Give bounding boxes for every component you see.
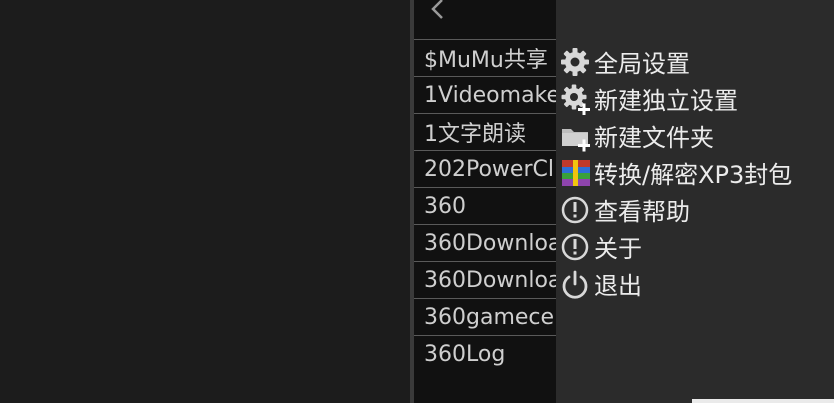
menu-item-exit[interactable]: 退出	[556, 265, 834, 302]
menu-item-label: 新建文件夹	[594, 124, 714, 152]
list-item[interactable]: $MuMu共享	[414, 39, 556, 76]
file-name: 360Download	[424, 267, 556, 293]
list-item[interactable]: 360Download	[414, 224, 556, 261]
list-item[interactable]: 202PowerClip	[414, 150, 556, 187]
options-menu: 全局设置 新建独立设置 新建文件夹 转换/解密XP3封包 查看帮助 关于 退出	[556, 0, 834, 403]
menu-item-label: 转换/解密XP3封包	[594, 161, 793, 189]
file-name: 360Log	[424, 341, 506, 367]
list-item[interactable]: 360	[414, 187, 556, 224]
list-item[interactable]: 1文字朗读	[414, 113, 556, 150]
list-item[interactable]: 1Videomaker	[414, 76, 556, 113]
gear-icon	[560, 46, 594, 78]
chevron-left-icon[interactable]	[422, 0, 452, 24]
file-name: 1Videomaker	[424, 82, 556, 108]
menu-item-new-folder[interactable]: 新建文件夹	[556, 117, 834, 154]
file-name: 360Download	[424, 230, 556, 256]
menu-item-label: 新建独立设置	[594, 87, 738, 115]
menu-item-label: 查看帮助	[594, 198, 690, 226]
file-name: 1文字朗读	[424, 122, 526, 147]
archive-icon	[560, 157, 594, 189]
list-item[interactable]: 360Download	[414, 261, 556, 298]
info-icon	[560, 231, 594, 263]
menu-item-label: 关于	[594, 235, 642, 263]
file-name: 360	[424, 193, 466, 219]
help-icon	[560, 194, 594, 226]
power-icon	[560, 268, 594, 300]
menu-item-help[interactable]: 查看帮助	[556, 191, 834, 228]
list-item[interactable]: 360Log	[414, 335, 556, 372]
menu-item-label: 退出	[594, 272, 642, 300]
menu-item-new-profile[interactable]: 新建独立设置	[556, 80, 834, 117]
menu-list: 全局设置 新建独立设置 新建文件夹 转换/解密XP3封包 查看帮助 关于 退出	[556, 43, 834, 302]
folder-plus-icon	[560, 120, 594, 152]
gear-plus-icon	[560, 83, 594, 115]
menu-item-global-settings[interactable]: 全局设置	[556, 43, 834, 80]
file-name: 202PowerClip	[424, 156, 556, 182]
menu-item-about[interactable]: 关于	[556, 228, 834, 265]
file-name: $MuMu共享	[424, 48, 548, 73]
home-indicator	[692, 399, 834, 403]
list-item[interactable]: 360gamecenter	[414, 298, 556, 335]
empty-left-pane	[0, 0, 410, 403]
menu-item-label: 全局设置	[594, 50, 690, 78]
menu-item-convert-xp3[interactable]: 转换/解密XP3封包	[556, 154, 834, 191]
file-name: 360gamecenter	[424, 304, 556, 330]
file-browser: $MuMu共享 1Videomaker 1文字朗读 202PowerClip 3…	[414, 0, 556, 403]
file-list: $MuMu共享 1Videomaker 1文字朗读 202PowerClip 3…	[414, 39, 556, 372]
